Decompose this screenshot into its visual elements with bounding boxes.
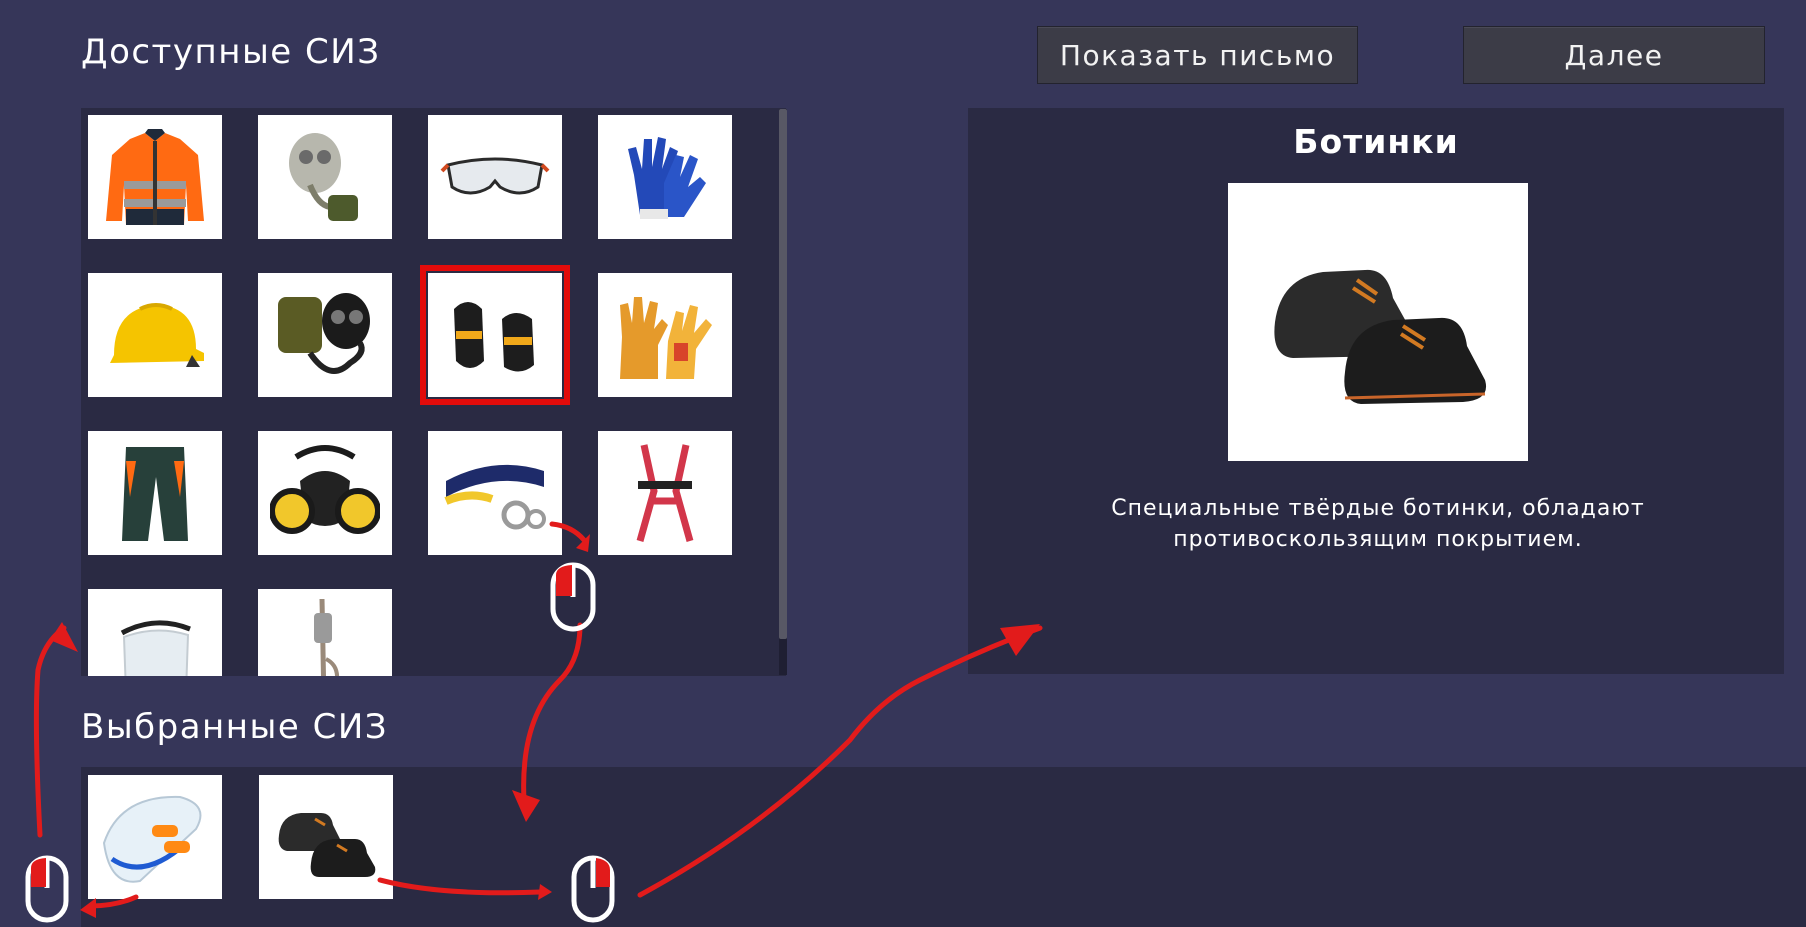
detail-description-line-1: Специальные твёрдые ботинки, обладают <box>1111 496 1645 521</box>
available-ppe-title: Доступные СИЗ <box>81 32 381 72</box>
selected-item-boots[interactable] <box>259 775 393 899</box>
ppe-item-gloves[interactable] <box>598 115 732 239</box>
ppe-item-lanyard[interactable] <box>258 589 392 676</box>
ppe-item-hard-hat[interactable] <box>88 273 222 397</box>
mouse-click-icon-bottom-left <box>25 855 69 923</box>
hard-hat-icon <box>110 303 204 367</box>
ppe-item-safety-belt[interactable] <box>428 431 562 555</box>
safety-harness-icon <box>636 444 694 542</box>
welding-gloves-icon <box>620 297 712 379</box>
gas-mask-icon <box>289 133 358 221</box>
selected-item-earplugs[interactable] <box>88 775 222 899</box>
safety-belt-icon <box>444 464 546 530</box>
breathing-apparatus-icon <box>278 293 370 374</box>
lanyard-rope-icon <box>314 599 339 676</box>
ppe-item-trousers[interactable] <box>88 431 222 555</box>
next-button[interactable]: Далее <box>1463 26 1765 84</box>
ppe-item-face-shield[interactable] <box>88 589 222 676</box>
selected-ppe-panel[interactable] <box>81 767 1806 927</box>
hi-vis-jacket-icon <box>106 129 204 225</box>
show-letter-button[interactable]: Показать письмо <box>1037 26 1358 84</box>
earplugs-icon <box>102 795 202 883</box>
safety-boots-icon <box>278 813 376 877</box>
work-gloves-icon <box>628 137 706 219</box>
ppe-item-respirator[interactable] <box>258 431 392 555</box>
safety-boots-icon <box>1274 269 1487 404</box>
safety-glasses-icon <box>440 157 550 195</box>
ppe-item-gas-mask[interactable] <box>258 115 392 239</box>
detail-image <box>1228 183 1528 461</box>
available-grid-scrollbar[interactable] <box>779 109 787 675</box>
ppe-item-glasses[interactable] <box>428 115 562 239</box>
available-ppe-grid[interactable] <box>81 108 786 676</box>
detail-description: Специальные твёрдые ботинки, обладают пр… <box>1008 493 1748 555</box>
face-shield-icon <box>120 620 191 676</box>
respirator-icon <box>270 445 380 534</box>
ppe-item-knee-pads[interactable] <box>420 265 570 405</box>
detail-title: Ботинки <box>1293 122 1459 161</box>
knee-pads-icon <box>454 302 534 372</box>
ppe-item-welding-gloves[interactable] <box>598 273 732 397</box>
ppe-detail-panel: Ботинки Специальные твёрдые ботинки, обл… <box>968 108 1784 674</box>
detail-description-line-2: противоскользящим покрытием. <box>1173 527 1583 552</box>
ppe-item-breathing-apparatus[interactable] <box>258 273 392 397</box>
work-trousers-icon <box>122 447 188 541</box>
ppe-item-harness[interactable] <box>598 431 732 555</box>
scrollbar-thumb[interactable] <box>779 109 787 639</box>
ppe-item-jacket[interactable] <box>88 115 222 239</box>
selected-ppe-title: Выбранные СИЗ <box>81 707 389 747</box>
